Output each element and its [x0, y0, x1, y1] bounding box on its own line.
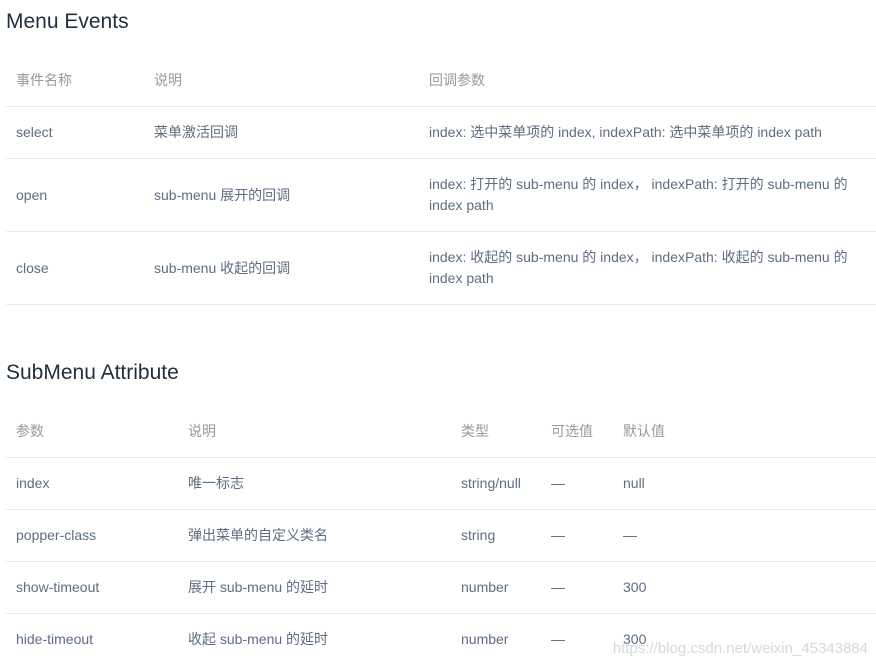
options-cell: —	[541, 509, 613, 562]
menu-events-title: Menu Events	[6, 10, 129, 33]
description-cell: 展开 sub-menu 的延时	[178, 561, 451, 614]
column-header-param: 参数	[6, 405, 178, 458]
submenu-attribute-title: SubMenu Attribute	[6, 361, 179, 384]
param-cell: show-timeout	[6, 561, 178, 614]
default-cell: 300	[613, 561, 876, 614]
column-header-options: 可选值	[541, 405, 613, 458]
type-cell: number	[461, 631, 509, 647]
param-cell: index	[6, 457, 178, 510]
callback-params-cell: index: 打开的 sub-menu 的 index， indexPath: …	[419, 158, 876, 232]
table-row: index 唯一标志 string/null — null	[6, 457, 876, 510]
column-header-type: 类型	[451, 405, 541, 458]
type-cell: number	[451, 561, 541, 614]
description-cell: 唯一标志	[178, 457, 451, 510]
default-cell: —	[613, 509, 876, 562]
watermark: https://blog.csdn.net/weixin_45343884	[612, 640, 868, 657]
event-name-cell: open	[6, 158, 144, 232]
description-cell: sub-menu 收起的回调	[144, 231, 419, 305]
table-row: select 菜单激活回调 index: 选中菜单项的 index, index…	[6, 106, 876, 159]
description-cell: 菜单激活回调	[144, 106, 419, 159]
default-cell: null	[613, 457, 876, 510]
param-cell: popper-class	[6, 509, 178, 562]
table-row: popper-class 弹出菜单的自定义类名 string — —	[6, 509, 876, 562]
column-header-event-name: 事件名称	[6, 54, 144, 107]
type-cell: string/null	[451, 457, 541, 510]
column-header-description: 说明	[178, 405, 451, 458]
type-cell: string	[451, 509, 541, 562]
submenu-attribute-table: 参数 说明 类型 可选值 默认值 index 唯一标志 string/null …	[6, 405, 876, 665]
event-name-cell: select	[6, 106, 144, 159]
table-header-row: 参数 说明 类型 可选值 默认值	[6, 405, 876, 458]
options-cell: —	[551, 631, 565, 647]
description-cell: 弹出菜单的自定义类名	[178, 509, 451, 562]
event-name-cell: close	[6, 231, 144, 305]
table-header-row: 事件名称 说明 回调参数	[6, 54, 876, 107]
param-cell: hide-timeout	[16, 631, 94, 647]
table-row: close sub-menu 收起的回调 index: 收起的 sub-menu…	[6, 231, 876, 305]
options-cell: —	[541, 457, 613, 510]
column-header-description: 说明	[144, 54, 419, 107]
callback-params-cell: index: 收起的 sub-menu 的 index， indexPath: …	[419, 231, 876, 305]
column-header-callback-params: 回调参数	[419, 54, 876, 107]
table-row: show-timeout 展开 sub-menu 的延时 number — 30…	[6, 561, 876, 614]
options-cell: —	[541, 561, 613, 614]
table-row: open sub-menu 展开的回调 index: 打开的 sub-menu …	[6, 158, 876, 232]
description-cell: 收起 sub-menu 的延时	[188, 631, 329, 647]
column-header-default: 默认值	[613, 405, 876, 458]
callback-params-cell: index: 选中菜单项的 index, indexPath: 选中菜单项的 i…	[419, 106, 876, 159]
menu-events-table: 事件名称 说明 回调参数 select 菜单激活回调 index: 选中菜单项的…	[6, 54, 876, 305]
description-cell: sub-menu 展开的回调	[144, 158, 419, 232]
